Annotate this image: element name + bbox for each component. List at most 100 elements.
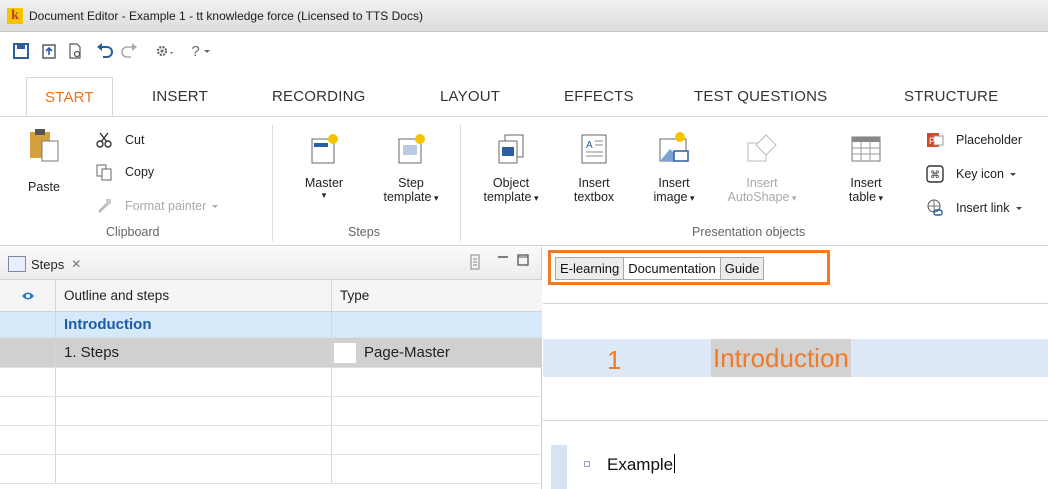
object-template-button[interactable]: Object template ▾ bbox=[476, 131, 546, 204]
tab-insert[interactable]: INSERT bbox=[152, 77, 208, 117]
step-template-button[interactable]: Step template ▾ bbox=[376, 131, 446, 204]
steps-tab-label: Steps bbox=[31, 256, 65, 272]
gear-dropdown-icon[interactable] bbox=[148, 41, 182, 61]
scissors-icon bbox=[95, 131, 113, 149]
master-icon bbox=[311, 134, 338, 164]
master-label: Master bbox=[304, 176, 344, 190]
insert-textbox-label-1: Insert bbox=[578, 176, 610, 190]
insert-table-label-1: Insert bbox=[850, 176, 882, 190]
paste-label: Paste bbox=[28, 180, 60, 194]
chevron-down-icon bbox=[1009, 173, 1016, 176]
table-cell bbox=[56, 397, 332, 425]
close-icon[interactable]: ✕ bbox=[71, 257, 81, 271]
object-label: Object bbox=[492, 176, 530, 190]
insert-image-button[interactable]: Insert image ▾ bbox=[644, 131, 704, 204]
object-template-label: template bbox=[483, 190, 532, 204]
placeholder-button[interactable]: P Placeholder bbox=[926, 131, 1022, 149]
body-text-paragraph[interactable]: Example bbox=[607, 454, 676, 475]
tab-e-learning[interactable]: E-learning bbox=[555, 257, 625, 280]
tab-documentation[interactable]: Documentation bbox=[623, 257, 721, 280]
tab-layout[interactable]: LAYOUT bbox=[440, 77, 500, 117]
insert-autoshape-label-2: AutoShape bbox=[727, 190, 790, 204]
object-template-icon bbox=[498, 134, 524, 164]
table-cell bbox=[0, 455, 56, 483]
key-icon-button[interactable]: ⌘ Key icon bbox=[926, 165, 1017, 183]
template-label: template bbox=[383, 190, 432, 204]
outline-cell: 1. Steps bbox=[56, 338, 332, 367]
chevron-down-icon: ▾ bbox=[876, 193, 884, 203]
quick-access-toolbar: ? bbox=[0, 33, 1048, 77]
document-settings-icon[interactable] bbox=[64, 41, 86, 61]
placeholder-label: Placeholder bbox=[956, 133, 1023, 147]
paste-button[interactable]: Paste bbox=[14, 127, 74, 194]
table-row[interactable]: Introduction bbox=[0, 312, 542, 338]
heading-text[interactable]: Introduction bbox=[711, 339, 851, 377]
type-cell-label: Page-Master bbox=[364, 344, 450, 361]
table-cell bbox=[0, 397, 56, 425]
cut-label: Cut bbox=[125, 133, 145, 147]
type-column-header[interactable]: Type bbox=[332, 280, 542, 311]
undo-icon[interactable] bbox=[94, 41, 116, 61]
title-bar: k Document Editor - Example 1 - tt knowl… bbox=[0, 0, 1048, 32]
svg-text:A: A bbox=[586, 140, 593, 151]
bullet-icon bbox=[584, 461, 590, 467]
format-painter-label: Format painter bbox=[125, 199, 207, 213]
tab-guide[interactable]: Guide bbox=[719, 257, 765, 280]
chevron-down-icon bbox=[203, 50, 210, 53]
type-cell bbox=[332, 312, 542, 337]
chevron-down-icon: ▾ bbox=[531, 193, 539, 203]
presentation-objects-group-label: Presentation objects bbox=[692, 225, 806, 239]
eye-icon bbox=[21, 292, 34, 299]
table-row[interactable]: 1. Steps Page-Master bbox=[0, 338, 542, 368]
cut-button[interactable]: Cut bbox=[95, 131, 144, 149]
help-dropdown[interactable]: ? bbox=[186, 41, 216, 61]
app-logo-icon: k bbox=[7, 7, 23, 24]
copy-button[interactable]: Copy bbox=[95, 163, 154, 181]
tab-effects[interactable]: EFFECTS bbox=[564, 77, 634, 117]
text-caret bbox=[674, 454, 676, 473]
ribbon: Paste Cut Copy Format painter Clipboard … bbox=[0, 116, 1048, 246]
visibility-column-header[interactable] bbox=[0, 280, 56, 311]
page-master-icon bbox=[334, 342, 356, 363]
help-icon: ? bbox=[191, 42, 200, 60]
heading-number[interactable]: 1 bbox=[607, 345, 621, 376]
outline-cell: Introduction bbox=[56, 312, 332, 337]
table-cell bbox=[0, 426, 56, 454]
steps-tab[interactable]: Steps ✕ bbox=[8, 251, 81, 277]
insert-textbox-button[interactable]: A Insert textbox bbox=[566, 131, 622, 204]
image-icon bbox=[659, 132, 689, 162]
table-cell bbox=[56, 368, 332, 396]
chevron-down-icon bbox=[212, 205, 219, 208]
tab-start[interactable]: START bbox=[26, 77, 113, 117]
table-row bbox=[0, 426, 542, 455]
insert-autoshape-button[interactable]: Insert AutoShape ▾ bbox=[722, 131, 802, 204]
divider bbox=[543, 420, 1048, 421]
copy-icon bbox=[95, 163, 113, 181]
minimize-icon[interactable] bbox=[497, 254, 509, 269]
textbox-icon: A bbox=[581, 134, 607, 164]
upload-icon[interactable] bbox=[38, 41, 60, 61]
insert-link-button[interactable]: Insert link bbox=[926, 199, 1023, 217]
redo-icon[interactable] bbox=[118, 41, 140, 61]
step-label: Step bbox=[398, 176, 424, 190]
ribbon-tabs: START INSERT RECORDING LAYOUT EFFECTS TE… bbox=[0, 77, 1048, 117]
tab-test-questions[interactable]: TEST QUESTIONS bbox=[694, 77, 827, 117]
maximize-icon[interactable] bbox=[517, 254, 529, 269]
steps-view-icon bbox=[8, 256, 26, 272]
save-icon[interactable] bbox=[10, 41, 32, 61]
body-text: Example bbox=[607, 455, 674, 474]
master-button[interactable]: Master ▾ bbox=[292, 131, 356, 201]
table-cell bbox=[56, 426, 332, 454]
table-row bbox=[0, 455, 542, 484]
tab-structure[interactable]: STRUCTURE bbox=[904, 77, 998, 117]
powerpoint-icon: P bbox=[926, 131, 944, 149]
table-cell bbox=[56, 455, 332, 483]
view-menu-icon[interactable] bbox=[470, 254, 480, 273]
key-icon-label: Key icon bbox=[956, 167, 1004, 181]
outline-column-header[interactable]: Outline and steps bbox=[56, 280, 332, 311]
tab-recording[interactable]: RECORDING bbox=[272, 77, 365, 117]
format-painter-button[interactable]: Format painter bbox=[95, 197, 219, 215]
step-template-icon bbox=[398, 134, 425, 164]
view-tabs: E-learning Documentation Guide bbox=[555, 257, 823, 280]
insert-table-button[interactable]: Insert table ▾ bbox=[836, 131, 896, 204]
